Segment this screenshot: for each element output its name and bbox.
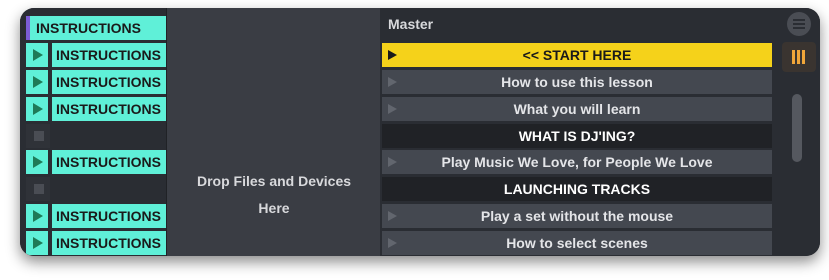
- instructions-track: INSTRUCTIONS INSTRUCTIONS INSTRUCTIONS I…: [20, 8, 166, 256]
- scene-launch-icon[interactable]: [388, 77, 397, 87]
- empty-clip-slot[interactable]: [26, 177, 50, 201]
- play-icon[interactable]: [26, 97, 50, 121]
- clip-slot[interactable]: INSTRUCTIONS: [26, 231, 166, 255]
- empty-clip-slot[interactable]: [26, 124, 50, 148]
- clip-slot[interactable]: INSTRUCTIONS: [26, 43, 166, 67]
- scene-label: How to use this lesson: [501, 74, 653, 90]
- scene-row[interactable]: How to use this lesson: [382, 70, 772, 94]
- clip-slot[interactable]: INSTRUCTIONS: [26, 150, 166, 174]
- scene-row[interactable]: Play Music We Love, for People We Love: [382, 150, 772, 174]
- scene-label: << START HERE: [522, 47, 632, 63]
- scene-section-row[interactable]: LAUNCHING TRACKS: [382, 177, 772, 201]
- master-title[interactable]: Master: [388, 16, 433, 32]
- drop-zone[interactable]: Drop Files and Devices Here: [166, 8, 382, 256]
- scene-section-row[interactable]: WHAT IS DJ'ING?: [382, 124, 772, 148]
- hamburger-menu-icon[interactable]: [787, 12, 811, 36]
- drop-zone-label: Drop Files and Devices Here: [167, 168, 381, 222]
- master-track: Master << START HERE How to use this les…: [380, 8, 776, 256]
- clip-name[interactable]: INSTRUCTIONS: [52, 97, 166, 121]
- play-icon[interactable]: [26, 43, 50, 67]
- clip-slot[interactable]: INSTRUCTIONS: [26, 70, 166, 94]
- scene-launch-icon[interactable]: [388, 50, 397, 60]
- clip-slot[interactable]: INSTRUCTIONS: [26, 204, 166, 228]
- scene-launch-icon[interactable]: [388, 157, 397, 167]
- scene-launch-icon[interactable]: [388, 211, 397, 221]
- track-title[interactable]: INSTRUCTIONS: [26, 16, 166, 40]
- scene-label: Play a set without the mouse: [480, 208, 674, 224]
- scene-row[interactable]: << START HERE: [382, 43, 772, 67]
- scene-row[interactable]: What you will learn: [382, 97, 772, 121]
- clip-name[interactable]: INSTRUCTIONS: [52, 43, 166, 67]
- drop-zone-line1: Drop Files and Devices: [196, 173, 352, 189]
- clip-name[interactable]: INSTRUCTIONS: [52, 204, 166, 228]
- clip-name[interactable]: INSTRUCTIONS: [52, 150, 166, 174]
- scene-label: Play Music We Love, for People We Love: [441, 154, 713, 170]
- vertical-scrollbar[interactable]: [792, 94, 802, 162]
- mixer-bars-icon[interactable]: [782, 42, 816, 72]
- scene-launch-icon[interactable]: [388, 104, 397, 114]
- clip-slot[interactable]: INSTRUCTIONS: [26, 97, 166, 121]
- play-icon[interactable]: [26, 150, 50, 174]
- play-icon[interactable]: [26, 204, 50, 228]
- session-view: INSTRUCTIONS INSTRUCTIONS INSTRUCTIONS I…: [20, 8, 820, 256]
- scene-label: How to select scenes: [506, 235, 648, 251]
- stop-icon[interactable]: [34, 131, 44, 141]
- drop-zone-line2: Here: [258, 200, 290, 216]
- scene-label: LAUNCHING TRACKS: [503, 181, 651, 197]
- scene-label: What you will learn: [513, 101, 641, 117]
- scene-row[interactable]: Play a set without the mouse: [382, 204, 772, 228]
- clip-name[interactable]: INSTRUCTIONS: [52, 231, 166, 255]
- stop-icon[interactable]: [34, 184, 44, 194]
- play-icon[interactable]: [26, 70, 50, 94]
- scene-launch-icon[interactable]: [388, 238, 397, 248]
- play-icon[interactable]: [26, 231, 50, 255]
- scene-row[interactable]: How to select scenes: [382, 231, 772, 255]
- scene-label: WHAT IS DJ'ING?: [518, 128, 636, 144]
- view-controls: [776, 8, 820, 256]
- clip-name[interactable]: INSTRUCTIONS: [52, 70, 166, 94]
